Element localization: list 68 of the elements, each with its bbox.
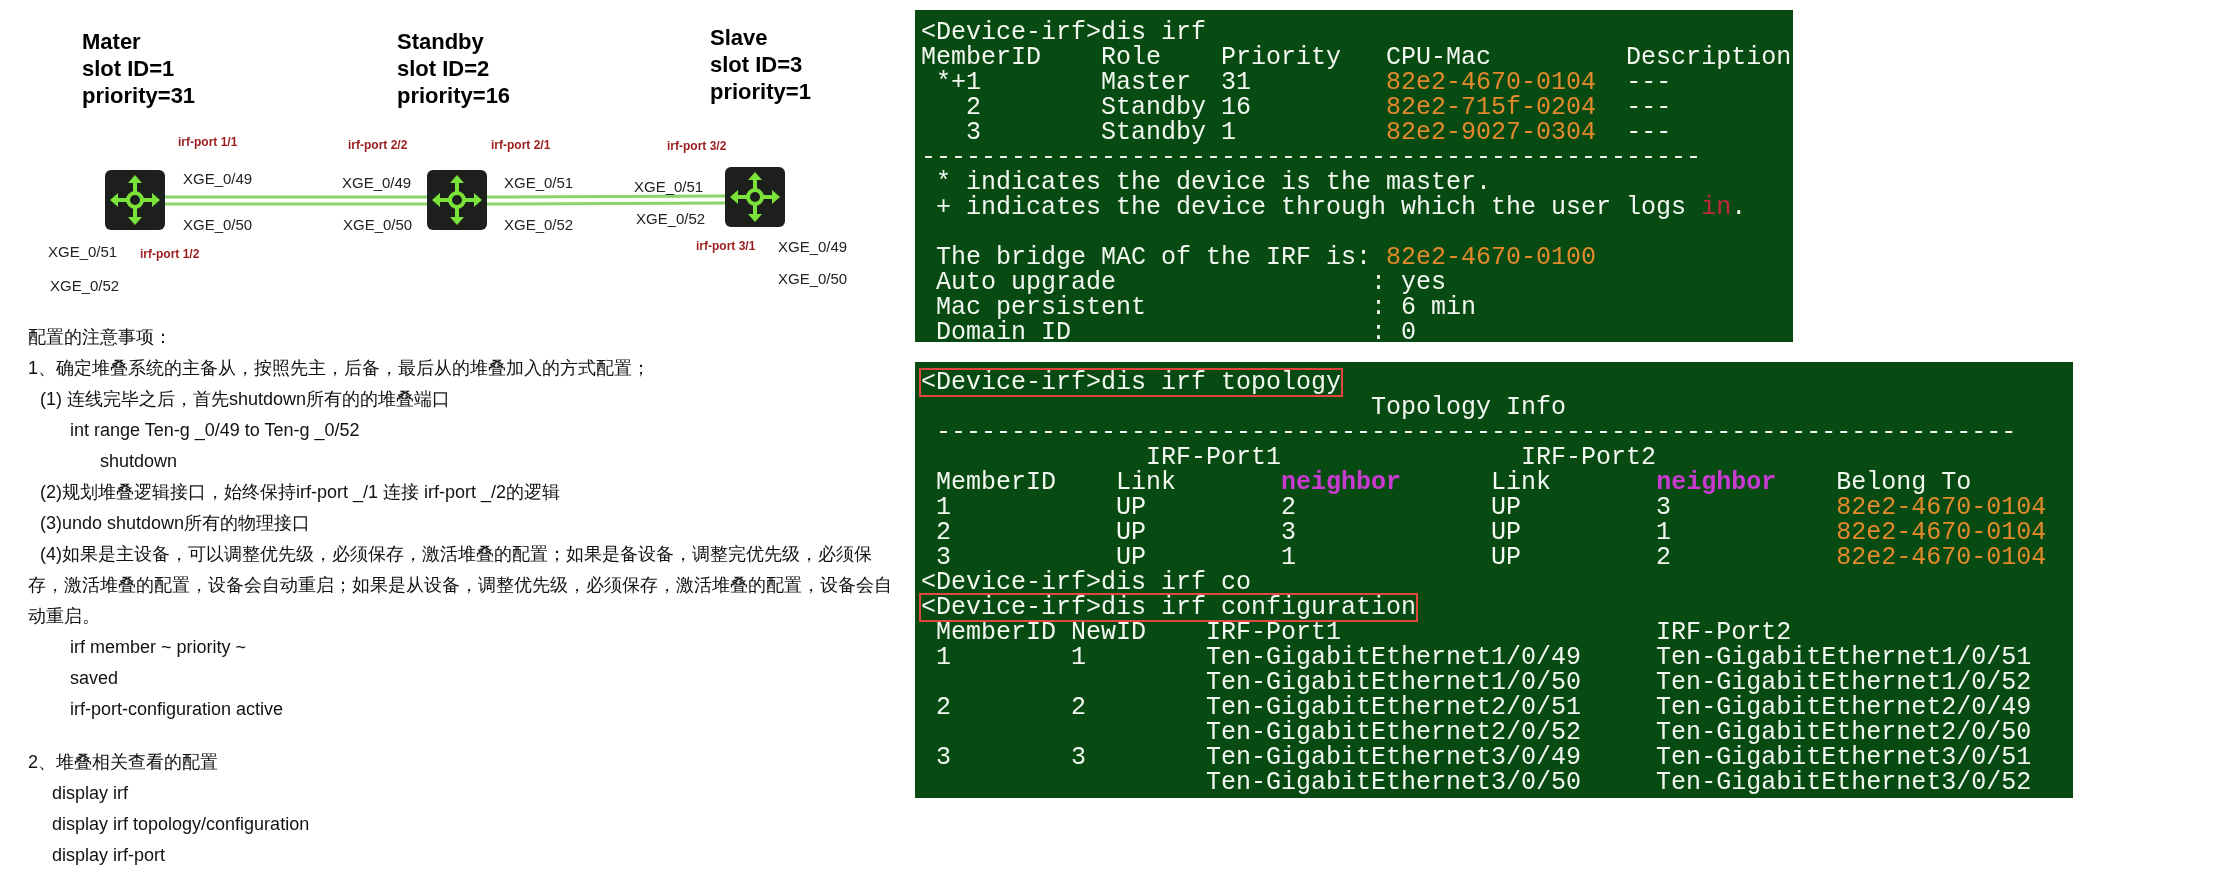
terminal-line: *+1 Master 31 82e2-4670-0104 --- [935,70,1672,95]
device-title: Standby slot ID=2 priority=16 [397,28,511,109]
interface-label: XGE_0/50 [343,215,413,235]
terminal-line: 3 UP 1 UP 2 82e2-4670-0104 [936,545,2047,570]
terminal-line: Auto upgrade : yes [935,270,1447,295]
note-line: int range Ten-g _0/49 to Ten-g _0/52 [69,419,361,443]
terminal-line: Domain ID : 0 [935,320,1417,342]
note-line: display irf topology/configuration [51,813,311,836]
terminal-line: ---------------------------------------------------- [921,145,1702,170]
terminal-line: The bridge MAC of the IRF is: 82e2-4670-0100 [935,245,1597,270]
device-title: Mater slot ID=1 priority=31 [82,28,196,109]
terminal-line: MemberID NewID IRF-Port1 IRF-Port2 [935,620,1792,645]
note-line: (3)undo shutdown所有的物理接口 [39,512,312,535]
note-line: 2、堆叠相关查看的配置 [28,751,219,774]
note-line: irf member ~ priority ~ [69,636,248,659]
interface-label: XGE_0/52 [50,276,120,296]
note-line: 配置的注意事项： [28,326,173,349]
terminal-line: Topology Info [1370,395,1567,420]
port-label: irf-port 2/2 [348,137,408,154]
terminal-line: <Device-irf>dis irf co [921,570,1252,595]
note-line: (4)如果是主设备，可以调整优先级，必须保存，激活堆叠的配置；如果是备设备，调整完优先级，必须保存，激活堆叠的配置，设备会自动重启；如果是从设备，调整优先级，必须保存，激活堆叠的配置，设备会自动重启。 [28,543,892,628]
switch-icon [725,167,785,227]
terminal-line: IRF-Port1 IRF-Port2 [1146,445,1657,470]
terminal-line: 2 UP 3 UP 1 82e2-4670-0104 [935,520,2047,545]
switch-icon [427,170,487,230]
terminal-line: 1 UP 2 UP 3 82e2-4670-0104 [935,495,2047,520]
port-label: irf-port 3/2 [667,138,727,155]
note-line: irf-port-configuration active [69,698,285,721]
interface-label: XGE_0/51 [504,173,574,193]
note-line: 1、确定堆叠系统的主备从，按照先主，后备，最后从的堆叠加入的方式配置； [28,357,651,380]
interface-label: XGE_0/49 [778,237,848,257]
interface-label: XGE_0/52 [504,215,574,235]
terminal-line: + indicates the device through which the user logs in. [935,195,1747,220]
terminal-line: 1 1 Ten-GigabitEthernet1/0/49 Ten-GigabitEthernet1/0/51 [935,645,2032,670]
terminal-line: * indicates the device is the master. [935,170,1492,195]
port-label: irf-port 1/1 [178,134,238,151]
interface-label: XGE_0/51 [634,177,704,197]
terminal-line: 2 2 Ten-GigabitEthernet2/0/51 Ten-GigabitEthernet2/0/49 [935,695,2032,720]
note-line: shutdown [99,450,179,473]
terminal-line: Ten-GigabitEthernet3/0/50 Ten-GigabitEthernet3/0/52 [1205,770,2032,795]
terminal-line: ------------------------------------------------------------------------ [935,420,2017,445]
interface-label: XGE_0/51 [48,242,118,262]
note-line: saved [69,667,120,690]
terminal-line: <Device-irf>dis irf [921,20,1207,45]
terminal-line: Ten-GigabitEthernet1/0/50 Ten-GigabitEthernet1/0/52 [1205,670,2032,695]
interface-label: XGE_0/52 [636,209,706,229]
interface-label: XGE_0/50 [778,269,848,289]
terminal-line: MemberID Link neighbor Link neighbor Belong To [935,470,1972,495]
switch-icon [105,170,165,230]
terminal-line: MemberID Role Priority CPU-Mac Description [921,45,1792,70]
interface-label: XGE_0/49 [342,173,412,193]
note-line: (2)规划堆叠逻辑接口，始终保持irf-port _/1 连接 irf-port _/2的逻辑 [39,481,562,505]
port-label: irf-port 2/1 [491,137,551,154]
terminal-line: 3 3 Ten-GigabitEthernet3/0/49 Ten-GigabitEthernet3/0/51 [935,745,2032,770]
terminal-line: 2 Standby 16 82e2-715f-0204 --- [965,95,1672,120]
device-title: Slave slot ID=3 priority=1 [710,24,811,105]
note-line: display irf [51,782,130,805]
note-line: (1) 连线完毕之后，首先shutdown所有的的堆叠端口 [39,388,452,411]
note-line: display irf-port [51,844,167,867]
terminal-line: Mac persistent : 6 min [935,295,1477,320]
interface-label: XGE_0/50 [183,215,253,235]
interface-label: XGE_0/49 [183,169,253,189]
port-label: irf-port 1/2 [140,246,200,263]
terminal-line: Ten-GigabitEthernet2/0/52 Ten-GigabitEthernet2/0/50 [1205,720,2032,745]
port-label: irf-port 3/1 [696,238,756,255]
terminal-line: 3 Standby 1 82e2-9027-0304 --- [965,120,1672,145]
highlighted-command: <Device-irf>dis irf topology [921,370,1342,395]
highlighted-command: <Device-irf>dis irf configuration [921,595,1417,620]
